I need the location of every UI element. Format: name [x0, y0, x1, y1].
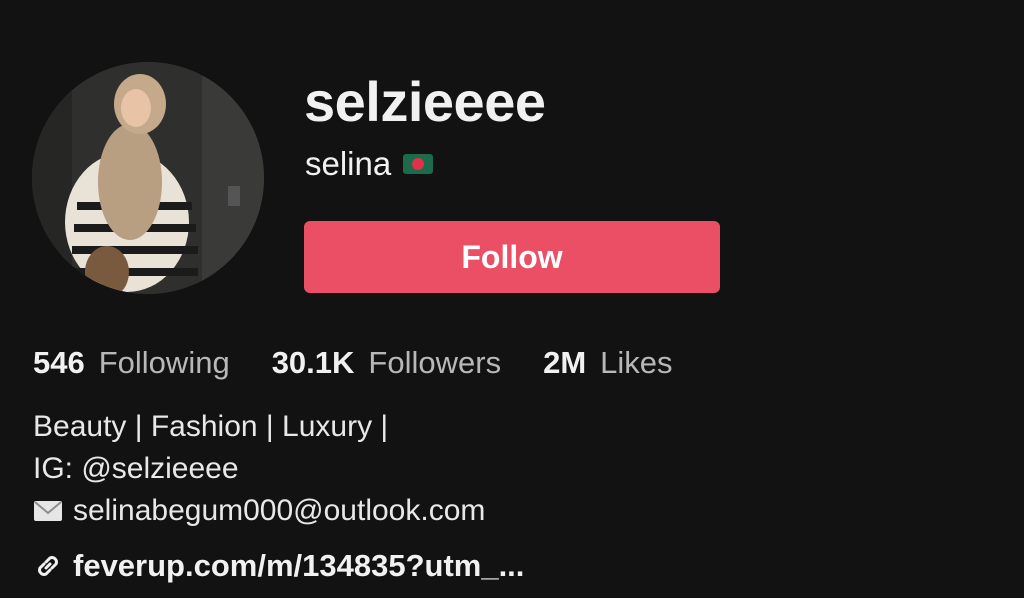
bio: Beauty | Fashion | Luxury | IG: @selziee…: [33, 406, 485, 532]
profile-page: selzieeee selina Follow 546 Following 30…: [0, 0, 1024, 598]
link-icon: [38, 556, 58, 576]
bio-email: selinabegum000@outlook.com: [73, 494, 486, 527]
stat-followers[interactable]: 30.1K Followers: [272, 342, 501, 384]
profile-stats: 546 Following 30.1K Followers 2M Likes: [33, 342, 715, 384]
stat-likes: 2M Likes: [543, 342, 672, 384]
username: selzieeee: [304, 70, 546, 133]
stat-label: Likes: [600, 345, 673, 380]
avatar[interactable]: [32, 62, 264, 294]
stat-value: 2M: [543, 345, 587, 380]
stat-value: 546: [33, 345, 85, 380]
display-name-row: selina: [305, 144, 434, 184]
display-name: selina: [305, 145, 392, 182]
bio-line: IG: @selzieeee: [33, 452, 239, 485]
stat-label: Following: [98, 345, 230, 380]
follow-button[interactable]: Follow: [304, 221, 720, 293]
bio-line: Beauty | Fashion | Luxury |: [33, 410, 389, 443]
bio-email-line: selinabegum000@outlook.com: [33, 490, 485, 532]
bangladesh-flag-icon: [403, 154, 434, 174]
stat-following[interactable]: 546 Following: [33, 342, 230, 384]
bio-link[interactable]: feverup.com/m/134835?utm_...: [33, 545, 524, 587]
bio-link-text: feverup.com/m/134835?utm_...: [73, 548, 525, 583]
stat-value: 30.1K: [271, 345, 355, 380]
stat-label: Followers: [368, 345, 502, 380]
avatar-photo: [32, 62, 264, 294]
envelope-icon: [34, 501, 62, 521]
